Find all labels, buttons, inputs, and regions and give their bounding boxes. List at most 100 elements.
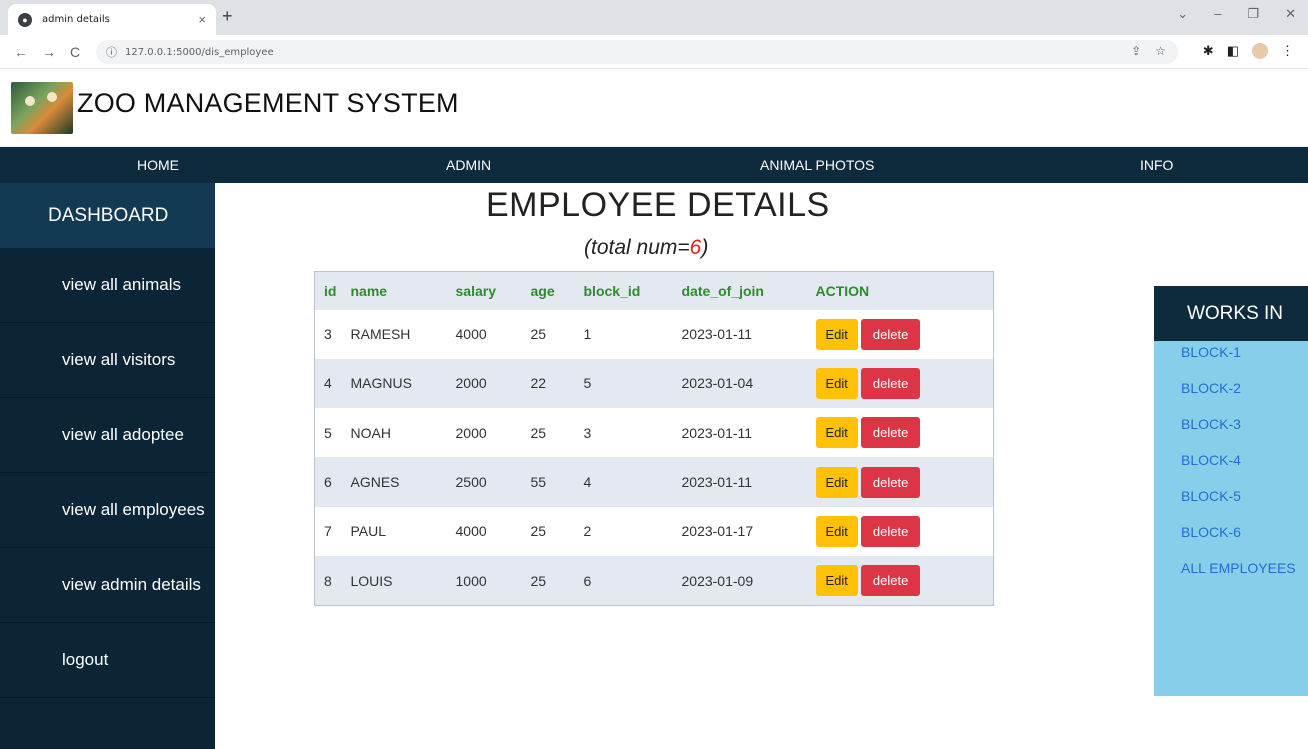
total-prefix: (total num= bbox=[584, 236, 690, 259]
delete-button[interactable]: delete bbox=[860, 318, 921, 350]
menu-kebab-icon[interactable]: ⋮ bbox=[1281, 43, 1294, 59]
cell-date-of-join: 2023-01-11 bbox=[681, 457, 816, 507]
works-link-block-4[interactable]: BLOCK-4 bbox=[1154, 449, 1308, 485]
cell-name: MAGNUS bbox=[350, 358, 456, 409]
extensions-icon[interactable]: ✱ bbox=[1203, 43, 1214, 59]
cell-salary: 4000 bbox=[455, 506, 531, 557]
reload-icon[interactable]: C bbox=[70, 44, 80, 60]
browser-tab-bar: ● admin details × + ⌄ – ❐ ✕ bbox=[0, 0, 1308, 35]
bookmark-star-icon[interactable]: ☆ bbox=[1155, 44, 1166, 58]
close-window-icon[interactable]: ✕ bbox=[1285, 6, 1296, 22]
profile-avatar[interactable] bbox=[1252, 43, 1268, 59]
sidebar-item-logout[interactable]: logout bbox=[0, 623, 215, 698]
cell-age: 25 bbox=[530, 506, 584, 557]
total-value: 6 bbox=[689, 236, 702, 259]
table-row: 3 RAMESH 4000 25 1 2023-01-11 Edit delete bbox=[314, 309, 994, 359]
nav-home[interactable]: HOME bbox=[137, 157, 179, 173]
side-panel-icon[interactable]: ◧ bbox=[1227, 43, 1239, 59]
address-bar[interactable]: ⓘ 127.0.0.1:5000/dis_employee ⇪ ☆ bbox=[96, 40, 1178, 64]
works-link-all-employees[interactable]: ALL EMPLOYEES bbox=[1154, 557, 1308, 593]
restore-icon[interactable]: ❐ bbox=[1247, 6, 1259, 22]
sidebar-item-admin-details[interactable]: view admin details bbox=[0, 548, 215, 623]
cell-id: 4 bbox=[314, 358, 351, 409]
nav-admin[interactable]: ADMIN bbox=[446, 157, 491, 173]
cell-block-id: 4 bbox=[583, 457, 682, 507]
table-row: 4 MAGNUS 2000 22 5 2023-01-04 Edit delete bbox=[314, 358, 994, 409]
browser-tab[interactable]: ● admin details × bbox=[8, 4, 216, 35]
edit-button[interactable]: Edit bbox=[815, 367, 858, 399]
sidebar-item-visitors[interactable]: view all visitors bbox=[0, 323, 215, 398]
cell-salary: 2000 bbox=[455, 358, 531, 409]
cell-id: 6 bbox=[314, 457, 351, 507]
url-text[interactable]: 127.0.0.1:5000/dis_employee bbox=[125, 47, 274, 58]
delete-button[interactable]: delete bbox=[860, 565, 921, 597]
column-header-age: age bbox=[530, 271, 584, 310]
sidebar-item-adoptee[interactable]: view all adoptee bbox=[0, 398, 215, 473]
cell-age: 22 bbox=[530, 358, 584, 409]
page-title: EMPLOYEE DETAILS bbox=[486, 186, 830, 224]
works-link-block-6[interactable]: BLOCK-6 bbox=[1154, 521, 1308, 557]
table-row: 6 AGNES 2500 55 4 2023-01-11 Edit delete bbox=[314, 457, 994, 507]
cell-date-of-join: 2023-01-11 bbox=[681, 309, 816, 359]
table-row: 8 LOUIS 1000 25 6 2023-01-09 Edit delete bbox=[314, 556, 994, 606]
sidebar-header: DASHBOARD bbox=[0, 183, 215, 248]
cell-action: Edit delete bbox=[815, 408, 994, 458]
delete-button[interactable]: delete bbox=[860, 367, 921, 399]
edit-button[interactable]: Edit bbox=[815, 515, 858, 547]
nav-animal-photos[interactable]: ANIMAL PHOTOS bbox=[760, 157, 874, 173]
cell-age: 25 bbox=[530, 408, 584, 458]
browser-toolbar: ← → C ⓘ 127.0.0.1:5000/dis_employee ⇪ ☆ … bbox=[0, 35, 1308, 69]
site-header: ZOO MANAGEMENT SYSTEM bbox=[0, 70, 1308, 147]
edit-button[interactable]: Edit bbox=[815, 417, 858, 449]
sidebar-item-animals[interactable]: view all animals bbox=[0, 248, 215, 323]
cell-action: Edit delete bbox=[815, 556, 994, 606]
table-row: 5 NOAH 2000 25 3 2023-01-11 Edit delete bbox=[314, 408, 994, 458]
delete-button[interactable]: delete bbox=[860, 466, 921, 498]
table-header-row: id name salary age block_id date_of_join… bbox=[314, 271, 994, 310]
column-header-date-of-join: date_of_join bbox=[681, 271, 816, 310]
nav-info[interactable]: INFO bbox=[1140, 157, 1173, 173]
minimize-icon[interactable]: – bbox=[1214, 6, 1221, 22]
cell-block-id: 1 bbox=[583, 309, 682, 359]
forward-icon[interactable]: → bbox=[42, 44, 56, 60]
works-link-block-2[interactable]: BLOCK-2 bbox=[1154, 377, 1308, 413]
back-icon[interactable]: ← bbox=[14, 44, 28, 60]
close-tab-icon[interactable]: × bbox=[198, 12, 206, 27]
site-title: ZOO MANAGEMENT SYSTEM bbox=[77, 88, 459, 118]
column-header-id: id bbox=[314, 271, 351, 310]
edit-button[interactable]: Edit bbox=[815, 318, 858, 350]
delete-button[interactable]: delete bbox=[860, 417, 921, 449]
cell-salary: 4000 bbox=[455, 309, 531, 359]
cell-salary: 2000 bbox=[455, 408, 531, 458]
sidebar-item-employees[interactable]: view all employees bbox=[0, 473, 215, 548]
cell-age: 25 bbox=[530, 309, 584, 359]
logo-detail bbox=[25, 96, 35, 106]
cell-action: Edit delete bbox=[815, 358, 994, 409]
edit-button[interactable]: Edit bbox=[815, 466, 858, 498]
works-link-block-5[interactable]: BLOCK-5 bbox=[1154, 485, 1308, 521]
employee-table: id name salary age block_id date_of_join… bbox=[314, 271, 994, 606]
cell-id: 8 bbox=[314, 556, 351, 606]
cell-block-id: 3 bbox=[583, 408, 682, 458]
site-info-icon[interactable]: ⓘ bbox=[106, 44, 117, 60]
cell-block-id: 6 bbox=[583, 556, 682, 606]
edit-button[interactable]: Edit bbox=[815, 565, 858, 597]
cell-action: Edit delete bbox=[815, 457, 994, 507]
works-in-header: WORKS IN bbox=[1154, 286, 1308, 341]
sidebar: DASHBOARD view all animals view all visi… bbox=[0, 183, 215, 749]
column-header-name: name bbox=[350, 271, 456, 310]
cell-action: Edit delete bbox=[815, 309, 994, 359]
cell-block-id: 2 bbox=[583, 506, 682, 557]
cell-block-id: 5 bbox=[583, 358, 682, 409]
top-navigation: HOME ADMIN ANIMAL PHOTOS INFO bbox=[0, 147, 1308, 183]
column-header-block-id: block_id bbox=[583, 271, 682, 310]
delete-button[interactable]: delete bbox=[860, 515, 921, 547]
share-icon[interactable]: ⇪ bbox=[1131, 44, 1141, 58]
tab-search-dropdown-icon[interactable]: ⌄ bbox=[1177, 6, 1188, 22]
cell-name: RAMESH bbox=[350, 309, 456, 359]
works-link-block-3[interactable]: BLOCK-3 bbox=[1154, 413, 1308, 449]
cell-age: 55 bbox=[530, 457, 584, 507]
new-tab-icon[interactable]: + bbox=[222, 6, 233, 27]
works-link-block-1[interactable]: BLOCK-1 bbox=[1154, 341, 1308, 377]
cell-date-of-join: 2023-01-11 bbox=[681, 408, 816, 458]
